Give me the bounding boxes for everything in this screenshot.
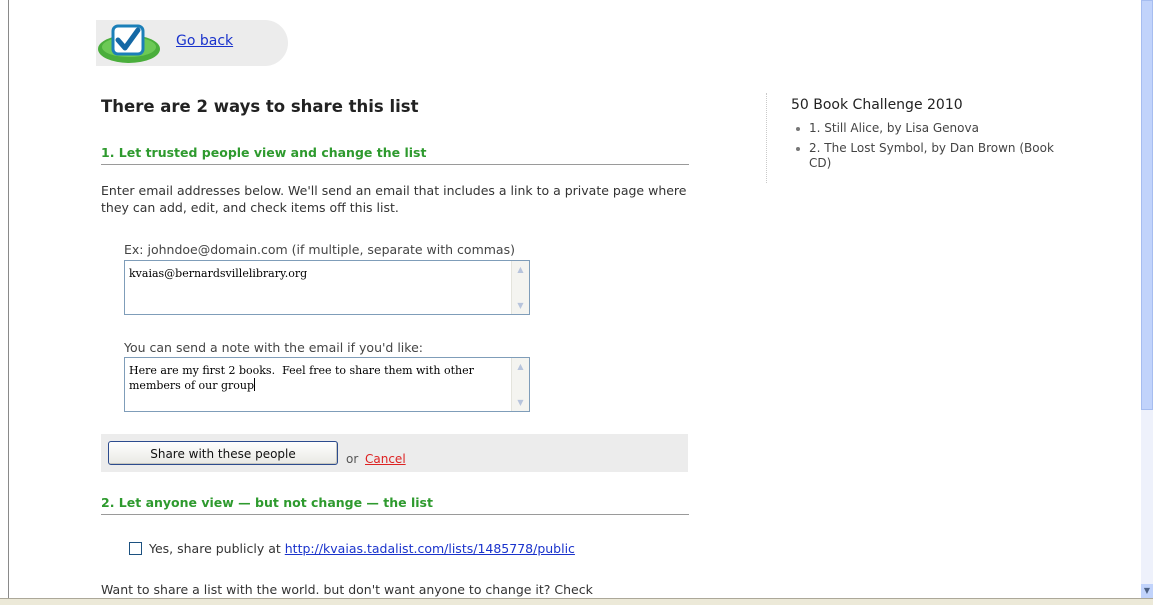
note-input[interactable]: Here are my first 2 books. Feel free to … [124, 357, 530, 412]
scroll-up-icon[interactable]: ▲ [513, 262, 528, 277]
public-list-url-link[interactable]: http://kvaias.tadalist.com/lists/1485778… [285, 541, 575, 556]
list-preview-sidebar: 50 Book Challenge 2010 1. Still Alice, b… [766, 93, 1067, 183]
or-text: or [346, 452, 359, 466]
scroll-down-icon[interactable]: ▼ [513, 395, 528, 410]
private-sharing-intro: Enter email addresses below. We'll send … [101, 183, 687, 215]
share-publicly-text: Yes, share publicly at [149, 541, 281, 556]
share-publicly-checkbox[interactable] [129, 542, 142, 555]
note-value: Here are my first 2 books. Feel free to … [129, 363, 507, 393]
note-input-scrollbar[interactable]: ▲ ▼ [511, 358, 529, 411]
page-left-border [8, 0, 9, 598]
list-items: 1. Still Alice, by Lisa Genova 2. The Lo… [791, 121, 1061, 176]
checkmark-logo-icon [98, 24, 160, 63]
email-input-scrollbar[interactable]: ▲ ▼ [511, 261, 529, 314]
section-public-sharing-title: 2. Let anyone view — but not change — th… [101, 495, 689, 515]
share-with-these-people-button[interactable]: Share with these people [108, 441, 338, 465]
list-title: 50 Book Challenge 2010 [791, 97, 963, 113]
scroll-down-icon[interactable]: ▼ [513, 298, 528, 313]
cancel-link[interactable]: Cancel [365, 452, 406, 466]
go-back-link[interactable]: Go back [176, 33, 233, 49]
list-item: 1. Still Alice, by Lisa Genova [791, 121, 1061, 136]
list-item: 2. The Lost Symbol, by Dan Brown (Book C… [791, 141, 1061, 171]
public-sharing-description: Want to share a list with the world. but… [101, 582, 593, 597]
note-label: You can send a note with the email if yo… [124, 340, 423, 355]
share-publicly-label: Yes, share publicly at http://kvaias.tad… [149, 541, 575, 556]
email-addresses-input[interactable]: kvaias@bernardsvillelibrary.org ▲ ▼ [124, 260, 530, 315]
email-addresses-value: kvaias@bernardsvillelibrary.org [129, 267, 308, 280]
scroll-up-icon[interactable]: ▲ [513, 359, 528, 374]
scroll-down-icon[interactable]: ▼ [1141, 584, 1153, 598]
email-hint-label: Ex: johndoe@domain.com (if multiple, sep… [124, 242, 515, 257]
section-private-sharing-title: 1. Let trusted people view and change th… [101, 145, 689, 165]
window-scrollbar-thumb[interactable] [1141, 0, 1153, 410]
page-title: There are 2 ways to share this list [101, 97, 419, 116]
